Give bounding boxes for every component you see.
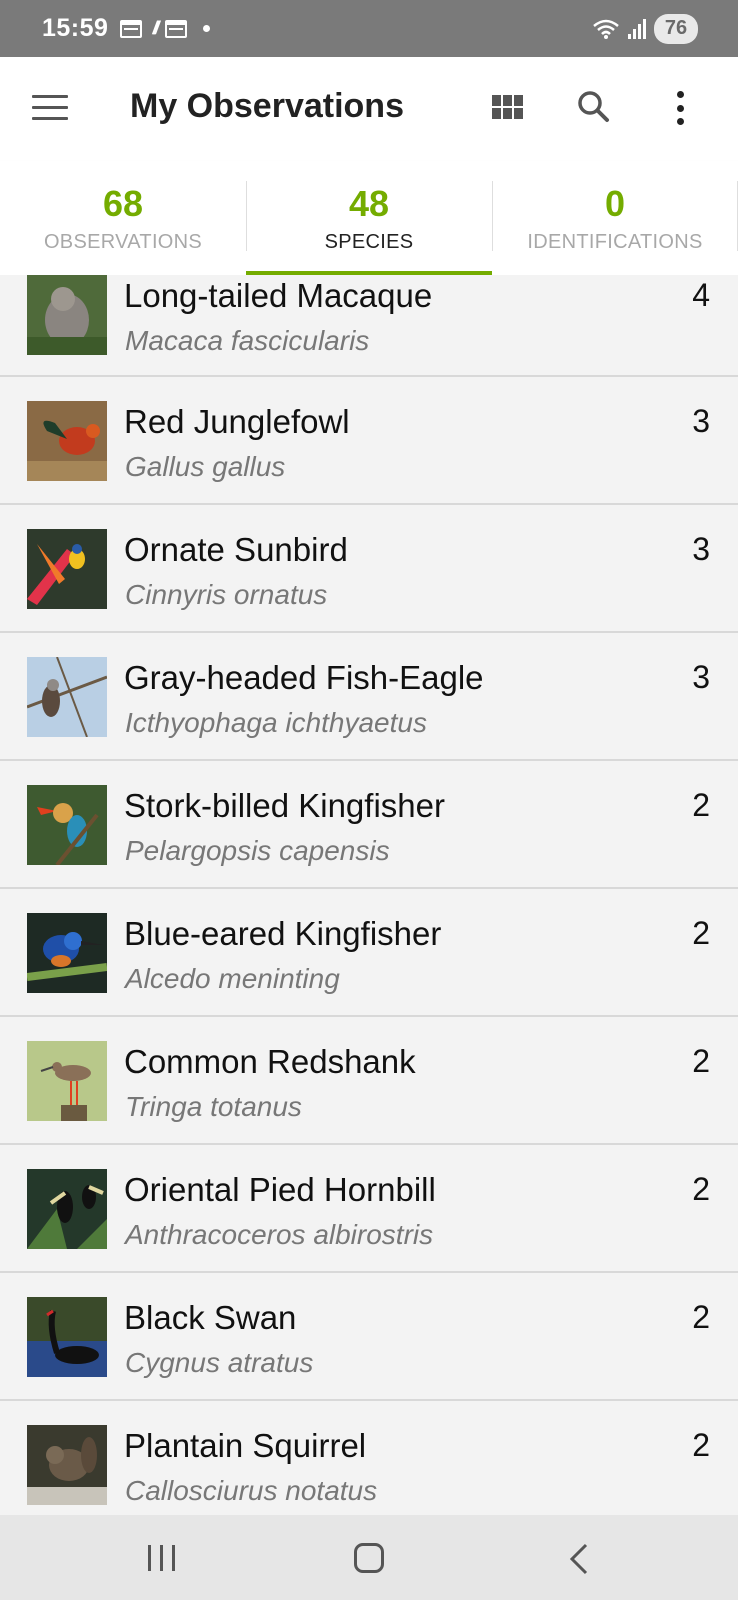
back-icon[interactable] [568,1543,590,1575]
home-icon[interactable] [354,1543,384,1573]
squirrel-photo [27,1425,107,1505]
status-time: 15:59 [42,14,109,42]
status-bar: 15:59 /// 76 [0,0,738,57]
scientific-name: Cinnyris ornatus [125,579,328,610]
observation-count: 2 [692,1043,710,1079]
signal-icon [628,18,646,39]
tab-label: OBSERVATIONS [43,231,203,253]
species-row[interactable]: Oriental Pied Hornbill Anthracoceros alb… [0,1145,738,1273]
stats-tabs: 68 OBSERVATIONS 48 SPECIES 0 IDENTIFICAT… [0,161,738,275]
common-name: Red Junglefowl [124,403,350,440]
blue-eared-kingfisher-photo [27,913,107,993]
observation-count: 3 [692,403,710,439]
species-row[interactable]: Blue-eared Kingfisher Alcedo meninting 2 [0,889,738,1017]
observation-count: 2 [692,1299,710,1335]
species-row[interactable]: Plantain Squirrel Callosciurus notatus 2 [0,1401,738,1515]
species-row[interactable]: Stork-billed Kingfisher Pelargopsis cape… [0,761,738,889]
hamburger-menu-icon[interactable] [32,95,68,121]
common-name: Gray-headed Fish-Eagle [124,659,484,696]
search-icon[interactable] [574,87,614,127]
species-row[interactable]: Red Junglefowl Gallus gallus 3 [0,377,738,505]
common-name: Black Swan [124,1299,297,1336]
scientific-name: Pelargopsis capensis [125,835,390,866]
tab-label: SPECIES [324,231,414,253]
species-row[interactable]: Long-tailed Macaque Macaca fascicularis … [0,275,738,377]
scientific-name: Tringa totanus [125,1091,302,1122]
species-list[interactable]: Long-tailed Macaque Macaca fascicularis … [0,275,738,1515]
more-options-icon[interactable] [674,91,686,125]
observation-count: 2 [692,787,710,823]
observation-count: 2 [692,1171,710,1207]
observation-count: 3 [692,531,710,567]
tab-count: 68 [102,183,144,224]
hornbill-photo [27,1169,107,1249]
scientific-name: Callosciurus notatus [125,1475,378,1506]
observation-count: 2 [692,1427,710,1463]
observation-count: 3 [692,659,710,695]
grid-view-icon[interactable] [492,95,524,121]
junglefowl-photo [27,401,107,481]
app-bar: My Observations [0,57,738,161]
sunbird-photo [27,529,107,609]
scientific-name: Cygnus atratus [125,1347,314,1378]
status-system-icons: 76 [592,13,698,44]
common-name: Stork-billed Kingfisher [124,787,445,824]
calendar-icon [165,19,188,38]
species-row[interactable]: Black Swan Cygnus atratus 2 [0,1273,738,1401]
tab-count: 48 [348,183,390,224]
status-notification-icons: /// [120,18,211,39]
scientific-name: Anthracoceros albirostris [125,1219,434,1250]
redshank-photo [27,1041,107,1121]
black-swan-photo [27,1297,107,1377]
recent-apps-icon[interactable] [148,1545,175,1571]
macaque-photo [27,275,107,357]
common-name: Long-tailed Macaque [124,277,433,314]
calendar-icon [120,19,143,38]
tab-observations[interactable]: 68 OBSERVATIONS [0,161,246,275]
common-name: Common Redshank [124,1043,416,1080]
stripes-icon: /// [152,18,159,38]
tab-identifications[interactable]: 0 IDENTIFICATIONS [492,161,738,275]
scientific-name: Icthyophaga ichthyaetus [125,707,427,738]
common-name: Ornate Sunbird [124,531,348,568]
tab-species[interactable]: 48 SPECIES [246,161,492,275]
species-row[interactable]: Gray-headed Fish-Eagle Icthyophaga ichth… [0,633,738,761]
wifi-icon [593,19,619,39]
observation-count: 4 [692,277,710,313]
common-name: Plantain Squirrel [124,1427,367,1464]
system-navigation-bar [0,1515,738,1600]
page-title: My Observations [130,87,404,125]
more-notifications-dot-icon [203,25,211,32]
common-name: Blue-eared Kingfisher [124,915,442,952]
tab-label: IDENTIFICATIONS [527,231,703,253]
species-row[interactable]: Ornate Sunbird Cinnyris ornatus 3 [0,505,738,633]
common-name: Oriental Pied Hornbill [124,1171,436,1208]
tab-count: 0 [604,183,626,224]
observation-count: 2 [692,915,710,951]
fish-eagle-photo [27,657,107,737]
battery-indicator: 76 [654,13,698,44]
scientific-name: Macaca fascicularis [125,325,370,356]
scientific-name: Alcedo meninting [125,963,340,994]
scientific-name: Gallus gallus [125,451,286,482]
stork-billed-kingfisher-photo [27,785,107,865]
species-row[interactable]: Common Redshank Tringa totanus 2 [0,1017,738,1145]
